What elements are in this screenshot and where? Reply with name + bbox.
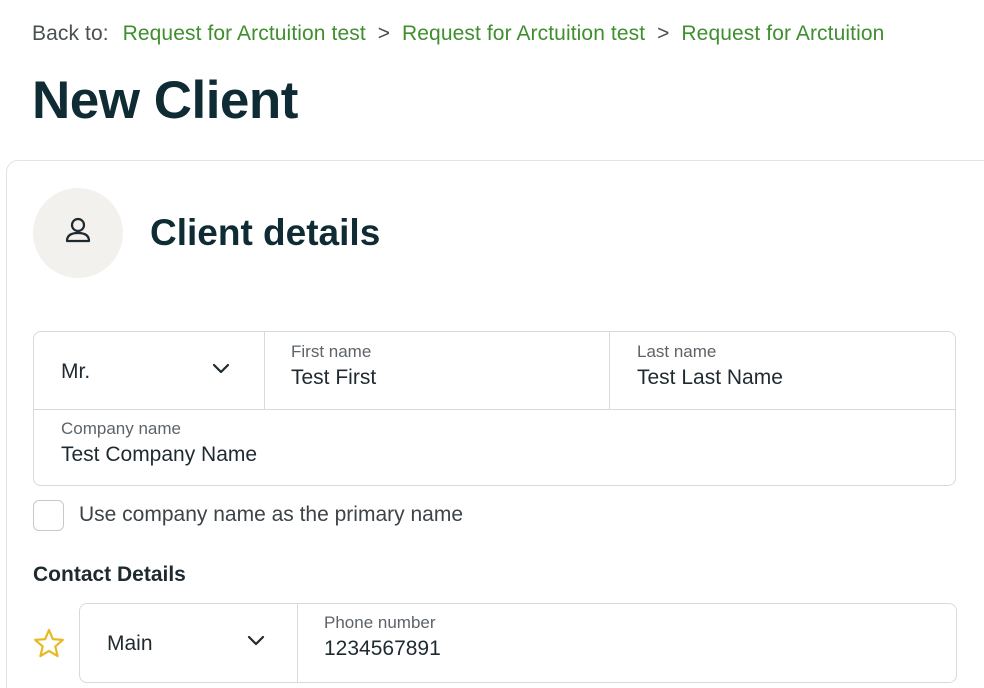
divider xyxy=(34,409,955,410)
chevron-down-icon xyxy=(247,634,265,652)
company-name-field[interactable]: Company name Test Company Name xyxy=(61,419,921,467)
use-company-name-label[interactable]: Use company name as the primary name xyxy=(79,503,463,527)
last-name-label: Last name xyxy=(637,342,717,361)
breadcrumb-link-2[interactable]: Request for Arctuition test xyxy=(402,22,645,45)
breadcrumb-link-1[interactable]: Request for Arctuition test xyxy=(123,22,366,45)
phone-field-group: Main Phone number 1234567891 xyxy=(79,603,957,683)
breadcrumb: Back to: Request for Arctuition test > R… xyxy=(32,22,884,46)
first-name-label: First name xyxy=(291,342,372,361)
phone-type-value: Main xyxy=(107,632,153,655)
first-name-field[interactable]: First name Test First xyxy=(291,342,611,390)
client-avatar xyxy=(33,188,123,278)
last-name-value[interactable]: Test Last Name xyxy=(637,366,947,390)
phone-number-value[interactable]: 1234567891 xyxy=(324,637,924,661)
contact-details-heading: Contact Details xyxy=(33,563,186,586)
breadcrumb-link-3[interactable]: Request for Arctuition xyxy=(681,22,884,45)
divider xyxy=(264,332,265,409)
salutation-select[interactable]: Mr. xyxy=(34,332,264,409)
phone-number-field[interactable]: Phone number 1234567891 xyxy=(324,613,924,661)
divider xyxy=(609,332,610,409)
phone-number-label: Phone number xyxy=(324,613,436,632)
phone-type-select[interactable]: Main xyxy=(80,604,297,682)
divider xyxy=(297,604,298,682)
last-name-field[interactable]: Last name Test Last Name xyxy=(637,342,947,390)
star-icon[interactable] xyxy=(33,628,65,664)
use-company-name-checkbox[interactable] xyxy=(33,500,64,531)
breadcrumb-separator: > xyxy=(657,22,670,45)
company-name-value[interactable]: Test Company Name xyxy=(61,443,921,467)
salutation-value: Mr. xyxy=(61,360,91,383)
company-name-label: Company name xyxy=(61,419,182,438)
breadcrumb-separator: > xyxy=(377,22,391,45)
breadcrumb-back-label: Back to: xyxy=(32,22,109,45)
first-name-value[interactable]: Test First xyxy=(291,366,611,390)
page-title: New Client xyxy=(32,71,298,130)
name-fields-group: Mr. First name Test First Last name Test… xyxy=(33,331,956,486)
section-title-client-details: Client details xyxy=(150,212,381,253)
chevron-down-icon xyxy=(212,362,230,380)
person-icon xyxy=(61,214,95,253)
